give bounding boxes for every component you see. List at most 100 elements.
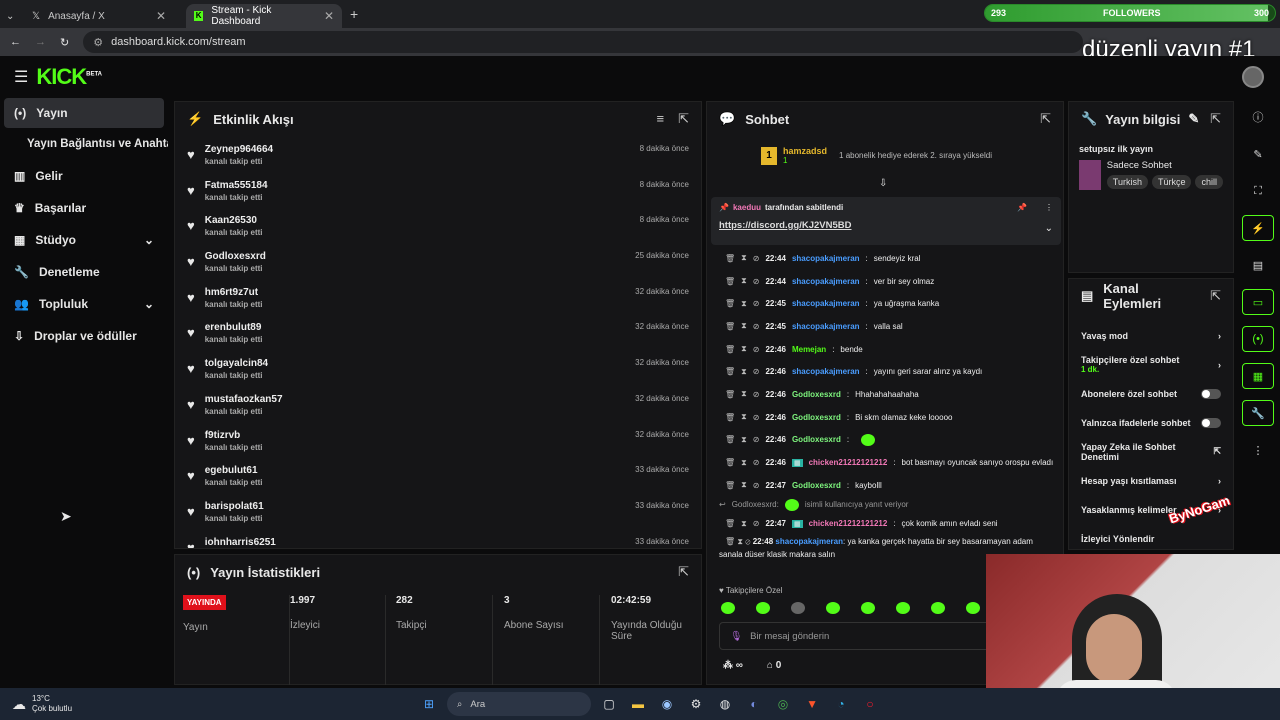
chat-message[interactable]: 🗑 ⧗ ⊘ 22:44 shacopakajmeran: sendeyiz kr… <box>707 247 1063 270</box>
message-user[interactable]: shacopakajmeran <box>792 277 860 286</box>
ban-icon[interactable]: ⊘ <box>745 537 750 546</box>
emote-icon[interactable] <box>826 602 840 614</box>
tag[interactable]: chill <box>1195 175 1223 189</box>
message-user[interactable]: shacopakajmeran <box>775 537 843 546</box>
timeout-icon[interactable]: ⧗ <box>737 537 743 546</box>
event-user[interactable]: erenbulut89 <box>205 322 263 333</box>
pinned-link[interactable]: https://discord.gg/KJ2VN5BD <box>719 220 1053 231</box>
timeout-icon[interactable]: ⧗ <box>741 389 747 399</box>
message-user[interactable]: Memejan <box>792 345 826 354</box>
event-user[interactable]: iohnharris6251 <box>205 537 276 548</box>
timeout-icon[interactable]: ⧗ <box>741 480 747 490</box>
chrome-icon[interactable]: ◎ <box>772 693 794 715</box>
more-icon[interactable]: ⋮ <box>1045 203 1053 212</box>
message-user[interactable]: Godloxesxrd <box>792 481 841 490</box>
sidebar-item-yayin[interactable]: (•) Yayın <box>4 98 164 128</box>
broadcast-icon[interactable]: (•) <box>1242 326 1274 352</box>
message-user[interactable]: shacopakajmeran <box>792 254 860 263</box>
ban-icon[interactable]: ⊘ <box>753 390 760 399</box>
delete-icon[interactable]: 🗑 <box>725 345 735 354</box>
address-bar[interactable]: ⚙ dashboard.kick.com/stream <box>83 31 1084 53</box>
message-user[interactable]: shacopakajmeran <box>792 322 860 331</box>
emote-icon[interactable] <box>791 602 805 614</box>
event-user[interactable]: tolgayalcin84 <box>205 358 268 369</box>
close-icon[interactable]: ✕ <box>156 9 166 23</box>
emote-icon[interactable] <box>896 602 910 614</box>
timeout-icon[interactable]: ⧗ <box>741 519 747 529</box>
ban-icon[interactable]: ⊘ <box>753 435 760 444</box>
reload-icon[interactable]: ↻ <box>60 36 69 49</box>
message-user[interactable]: chicken21212121212 <box>809 458 888 467</box>
brave-icon[interactable]: ▼ <box>801 693 823 715</box>
chat-message[interactable]: 🗑 ⧗ ⊘ 22:46 ▦ chicken21212121212: bot ba… <box>707 451 1063 474</box>
chat-message[interactable]: 🗑 ⧗ ⊘ 22:46 Godloxesxrd: Hhahahahaahaha <box>707 383 1063 406</box>
file-explorer-icon[interactable]: ▬ <box>627 693 649 715</box>
popout-icon[interactable]: ⇱ <box>678 564 689 580</box>
sidebar-item-studyo[interactable]: ▦ Stüdyo ⌄ <box>0 224 168 256</box>
edit-icon[interactable]: ✎ <box>1242 141 1274 167</box>
emote-icon[interactable] <box>861 602 875 614</box>
wrench-icon[interactable]: 🔧 <box>1242 400 1274 426</box>
channel-action[interactable]: Yapay Zeka ile Sohbet Denetimi ⇱ <box>1069 437 1233 466</box>
timeout-icon[interactable]: ⧗ <box>741 253 747 263</box>
delete-icon[interactable]: 🗑 <box>725 537 735 546</box>
app-icon[interactable]: ◍ <box>714 693 736 715</box>
expand-icon[interactable]: ⛶ <box>1242 178 1274 204</box>
timeout-icon[interactable]: ⧗ <box>741 276 747 286</box>
delete-icon[interactable]: 🗑 <box>725 390 735 399</box>
delete-icon[interactable]: 🗑 <box>725 254 735 263</box>
discord-icon[interactable]: ◐ <box>743 693 765 715</box>
event-user[interactable]: Kaan26530 <box>205 215 263 226</box>
category-name[interactable]: Sadece Sohbet <box>1107 160 1223 171</box>
popout-icon[interactable]: ⇱ <box>1210 111 1221 127</box>
event-user[interactable]: f9tizrvb <box>205 430 263 441</box>
popout-icon[interactable]: ⇱ <box>1040 111 1051 127</box>
new-tab-button[interactable]: + <box>350 6 358 22</box>
sidebar-item-topluluk[interactable]: 👥 Topluluk ⌄ <box>0 288 168 320</box>
filter-icon[interactable]: ≡ <box>657 111 665 127</box>
menu-icon[interactable]: ☰ <box>14 67 28 87</box>
ban-icon[interactable]: ⊘ <box>753 277 760 286</box>
settings-icon[interactable]: ⚙ <box>685 693 707 715</box>
timeout-icon[interactable]: ⧗ <box>741 321 747 331</box>
event-user[interactable]: egebulut61 <box>205 465 263 476</box>
pinned-message[interactable]: 📌 kaeduu tarafından sabitlendi 📌 ⋮ https://d… <box>711 197 1061 245</box>
popout-icon[interactable]: ⇱ <box>1210 288 1221 304</box>
chat-message[interactable]: 🗑 ⧗ ⊘ 22:47 ▦ chicken21212121212: çok ko… <box>707 513 1063 536</box>
popout-icon[interactable]: ⇱ <box>678 111 689 127</box>
channel-action[interactable]: Yalnızca ifadelerle sohbet <box>1069 408 1233 437</box>
emote-icon[interactable] <box>756 602 770 614</box>
emote-icon[interactable] <box>931 602 945 614</box>
message-user[interactable]: Godloxesxrd <box>792 435 841 444</box>
ban-icon[interactable]: ⊘ <box>753 458 760 467</box>
ban-icon[interactable]: ⊘ <box>753 322 760 331</box>
back-icon[interactable]: ← <box>10 36 21 48</box>
chat-icon[interactable]: ▭ <box>1242 289 1274 315</box>
kick-logo[interactable]: KICKBETA <box>36 64 102 90</box>
ban-icon[interactable]: ⊘ <box>753 345 760 354</box>
sidebar-item-denetleme[interactable]: 🔧 Denetleme <box>0 256 168 288</box>
ban-icon[interactable]: ⊘ <box>753 519 760 528</box>
message-user[interactable]: Godloxesxrd <box>792 390 841 399</box>
chat-message[interactable]: 🗑 ⧗ ⊘ 22:46 Godloxesxrd: <box>707 429 1063 452</box>
timeout-icon[interactable]: ⧗ <box>741 458 747 468</box>
delete-icon[interactable]: 🗑 <box>725 277 735 286</box>
delete-icon[interactable]: 🗑 <box>725 413 735 422</box>
ban-icon[interactable]: ⊘ <box>753 299 760 308</box>
forward-icon[interactable]: → <box>35 36 46 48</box>
unpin-icon[interactable]: 📌 <box>1017 203 1027 212</box>
chat-message[interactable]: 🗑 ⧗ ⊘ 22:46 Memejan: bende <box>707 338 1063 361</box>
activity-icon[interactable]: ⚡ <box>1242 215 1274 241</box>
chevron-down-icon[interactable]: ⌄ <box>144 233 154 247</box>
chat-message[interactable]: 🗑 ⧗ ⊘ 22:46 shacopakajmeran: yayını geri… <box>707 360 1063 383</box>
ban-icon[interactable]: ⊘ <box>753 367 760 376</box>
microphone-icon[interactable]: 🎙 <box>730 631 742 642</box>
chat-message[interactable]: 🗑 ⧗ ⊘ 22:45 shacopakajmeran: valla sal <box>707 315 1063 338</box>
more-icon[interactable]: ⋮ <box>1242 437 1274 463</box>
timeout-icon[interactable]: ⧗ <box>741 412 747 422</box>
store-icon[interactable]: ⌂ 0 <box>767 660 781 671</box>
tab-list-button[interactable]: ⌄ <box>0 4 24 28</box>
sidebar-item-stream-key[interactable]: Yayın Bağlantısı ve Anahtarı <box>0 128 168 160</box>
channel-action[interactable]: Abonelere özel sohbet <box>1069 379 1233 408</box>
message-user[interactable]: shacopakajmeran <box>792 367 860 376</box>
